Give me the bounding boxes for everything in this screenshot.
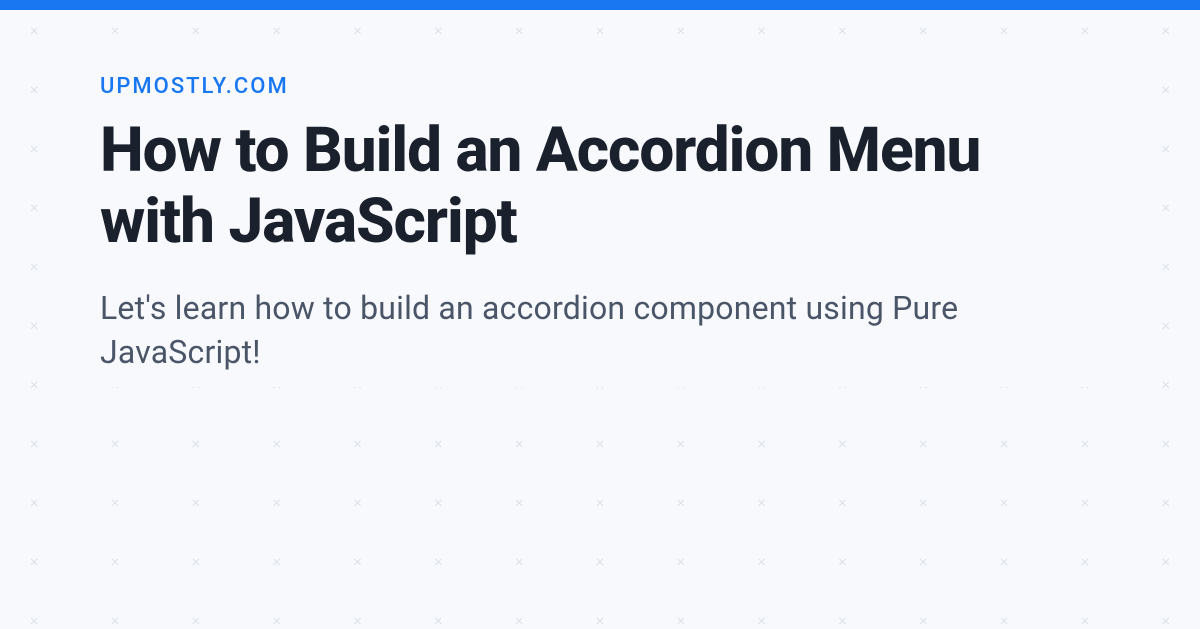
content-area: UPMOSTLY.COM How to Build an Accordion M… — [0, 10, 1200, 624]
page-title: How to Build an Accordion Menu with Java… — [100, 115, 1100, 258]
content-card: UPMOSTLY.COM How to Build an Accordion M… — [100, 62, 1100, 387]
site-name: UPMOSTLY.COM — [100, 74, 1100, 99]
page-description: Let's learn how to build an accordion co… — [100, 286, 1100, 376]
top-accent-bar — [0, 0, 1200, 10]
